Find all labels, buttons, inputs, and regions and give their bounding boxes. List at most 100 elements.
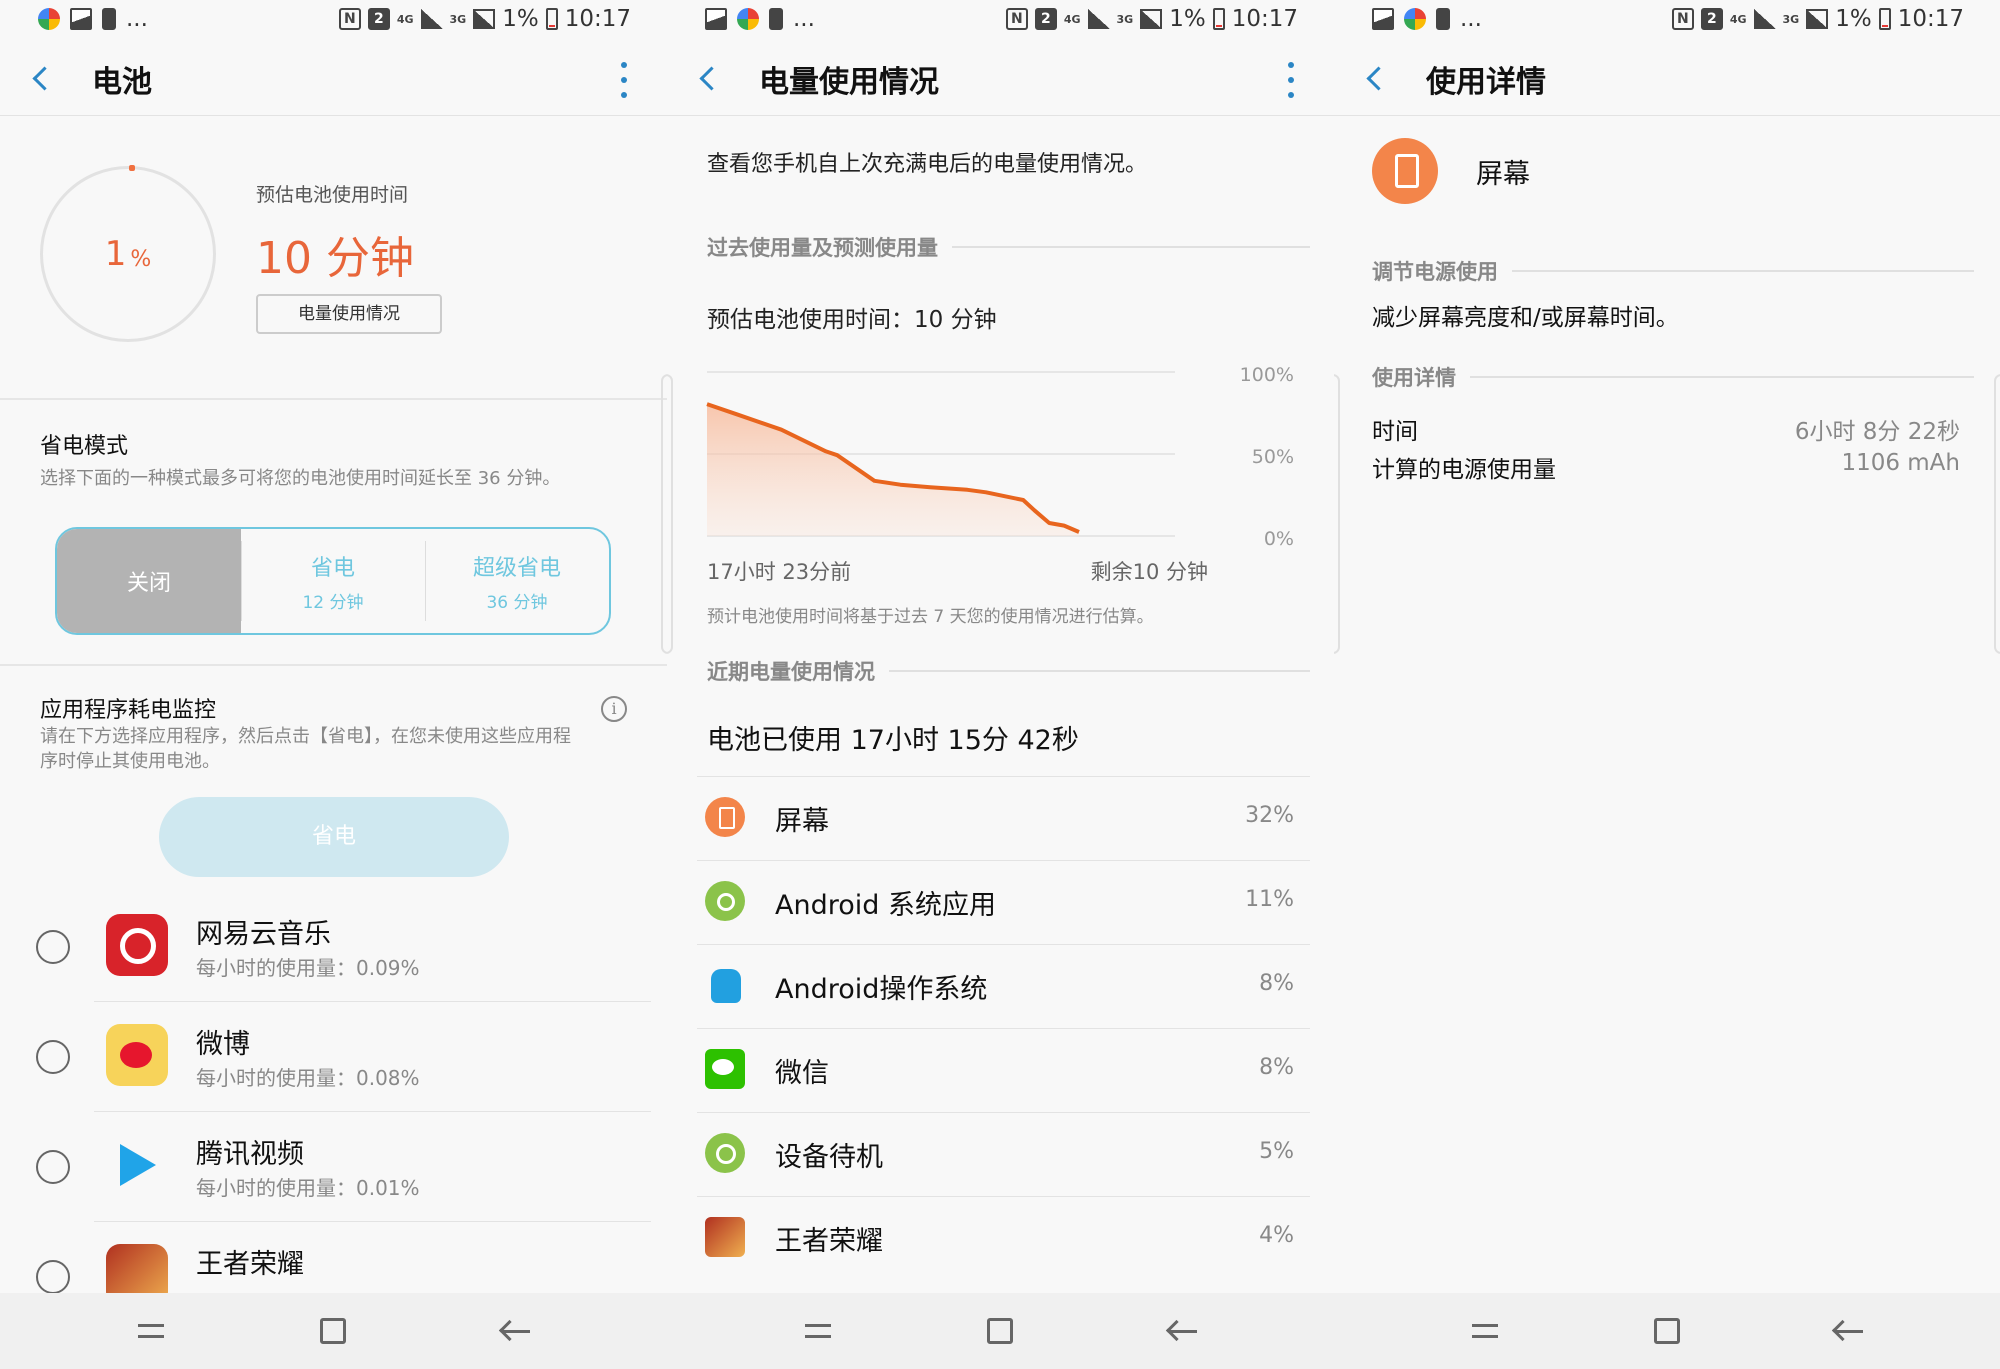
battery-icon [545, 8, 558, 30]
home-button[interactable] [303, 1301, 363, 1361]
home-icon [1654, 1318, 1680, 1344]
recents-button[interactable] [788, 1301, 848, 1361]
game-icon [705, 1217, 745, 1257]
app-usage: 每小时的使用量：0.09% [196, 956, 420, 980]
usage-list-item[interactable]: Android操作系统 8% [697, 944, 1310, 1028]
power-mode-selector: 关闭 省电 12 分钟 超级省电 36 分钟 [55, 527, 611, 635]
usage-list-item[interactable]: 屏幕 32% [697, 776, 1310, 860]
signal-icon [1806, 9, 1829, 29]
signal-icon [1087, 9, 1110, 29]
mode-off-option[interactable]: 关闭 [57, 529, 241, 633]
alert-notification-icon [102, 8, 116, 30]
recents-button[interactable] [121, 1301, 181, 1361]
info-icon[interactable]: i [601, 696, 627, 722]
power-usage-value: 1106 mAh [1841, 450, 1960, 476]
more-notifications-text: ... [1460, 6, 1482, 32]
app-notification-icon [737, 8, 759, 30]
battery-usage-button[interactable]: 电量使用情况 [256, 294, 442, 334]
y-tick-label: 100% [1240, 364, 1294, 386]
app-list-item[interactable]: 微博 每小时的使用量：0.08% [0, 1002, 667, 1112]
usage-item-percent: 8% [1259, 971, 1294, 996]
select-radio[interactable] [36, 1260, 70, 1294]
usage-item-percent: 32% [1245, 803, 1294, 828]
adjust-power-text[interactable]: 减少屏幕亮度和/或屏幕时间。 [1372, 298, 1679, 332]
select-radio[interactable] [36, 1150, 70, 1184]
signal-icon [1140, 9, 1163, 29]
battery-icon [1878, 8, 1891, 30]
usage-item-name: 王者荣耀 [775, 1226, 883, 1257]
app-list-item[interactable]: 网易云音乐 每小时的使用量：0.09% [0, 892, 667, 1002]
battery-screen: ... N 2 4G 3G 1% 10:17 电池 1 % 预估电池使用时间 1… [0, 0, 667, 1369]
clock: 10:17 [564, 6, 631, 32]
mode-duration: 36 分钟 [486, 592, 548, 613]
back-arrow-icon[interactable] [1348, 49, 1408, 109]
signal-icon [420, 9, 443, 29]
alert-notification-icon [769, 8, 783, 30]
mode-save-option[interactable]: 省电 12 分钟 [241, 529, 425, 633]
status-bar: ... N 2 4G 3G 1% 10:17 [667, 0, 1334, 42]
chart-note: 预计电池使用时间将基于过去 7 天您的使用情况进行估算。 [707, 607, 1154, 627]
power-mode-title: 省电模式 [40, 434, 129, 459]
app-bar: 电量使用情况 [667, 42, 1334, 116]
gallery-notification-icon [70, 8, 92, 30]
usage-list-item[interactable]: 王者荣耀 4% [697, 1196, 1310, 1280]
status-bar: ... N 2 4G 3G 1% 10:17 [0, 0, 667, 42]
app-usage: 每小时的使用量：0.01% [196, 1176, 420, 1200]
battery-level-value: 1 [104, 234, 127, 274]
save-power-button[interactable]: 省电 [159, 797, 509, 877]
mode-label: 超级省电 [472, 555, 561, 581]
usage-list-item[interactable]: 微信 8% [697, 1028, 1310, 1112]
back-button[interactable] [1153, 1301, 1213, 1361]
usage-item-percent: 11% [1245, 887, 1294, 912]
mode-label: 省电 [310, 555, 355, 581]
estimate-value: 10 分钟 [256, 233, 414, 284]
home-button[interactable] [1637, 1301, 1697, 1361]
select-radio[interactable] [36, 1040, 70, 1074]
section-header-label: 使用详情 [1372, 366, 1456, 390]
section-header: 近期电量使用情况 [707, 656, 1310, 686]
standby-icon [705, 1133, 745, 1173]
app-list-item[interactable]: 腾讯视频 每小时的使用量：0.01% [0, 1112, 667, 1222]
select-radio[interactable] [36, 930, 70, 964]
edge-panel-handle[interactable] [1334, 374, 1340, 654]
usage-list-item[interactable]: 设备待机 5% [697, 1112, 1310, 1196]
section-header-label: 调节电源使用 [1372, 260, 1498, 284]
sim-icon: 2 [1700, 8, 1723, 30]
estimate-label: 预估电池使用时间 [256, 184, 409, 206]
gallery-notification-icon [705, 8, 727, 30]
back-button[interactable] [486, 1301, 546, 1361]
edge-panel-handle[interactable] [1994, 374, 2000, 654]
android-system-icon [705, 881, 745, 921]
app-notification-icon [38, 8, 60, 30]
divider [0, 664, 667, 666]
power-mode-desc: 选择下面的一种模式最多可将您的电池使用时间延长至 36 分钟。 [40, 468, 561, 489]
app-notification-icon [1404, 8, 1426, 30]
back-button[interactable] [1819, 1301, 1879, 1361]
home-icon [987, 1318, 1014, 1344]
back-arrow-icon[interactable] [681, 49, 741, 109]
home-button[interactable] [970, 1301, 1030, 1361]
clock: 10:17 [1897, 6, 1964, 32]
back-arrow-icon[interactable] [14, 49, 74, 109]
android-os-icon [711, 969, 741, 1003]
mode-super-save-option[interactable]: 超级省电 36 分钟 [425, 529, 609, 633]
sim-icon: 2 [367, 8, 390, 30]
power-usage-label: 计算的电源使用量 [1372, 457, 1556, 483]
more-options-icon[interactable] [621, 62, 629, 98]
recents-button[interactable] [1455, 1301, 1515, 1361]
back-icon [1835, 1329, 1863, 1333]
edge-panel-handle[interactable] [667, 374, 673, 654]
nfc-icon: N [1671, 8, 1694, 30]
weibo-icon [106, 1024, 168, 1086]
tencent-video-icon [106, 1134, 168, 1196]
section-header-label: 近期电量使用情况 [707, 660, 875, 684]
battery-percent: 1% [502, 6, 539, 32]
network-4g-label: 4G [1063, 12, 1081, 26]
more-options-icon[interactable] [1288, 62, 1296, 98]
clock: 10:17 [1231, 6, 1298, 32]
usage-list-item[interactable]: Android 系统应用 11% [697, 860, 1310, 944]
app-name: 腾讯视频 [196, 1139, 304, 1170]
app-usage: 每小时的使用量：0.08% [196, 1066, 420, 1090]
usage-item-name: 设备待机 [775, 1142, 883, 1173]
battery-chart-svg: 100% 50% 0% [706, 364, 1294, 550]
